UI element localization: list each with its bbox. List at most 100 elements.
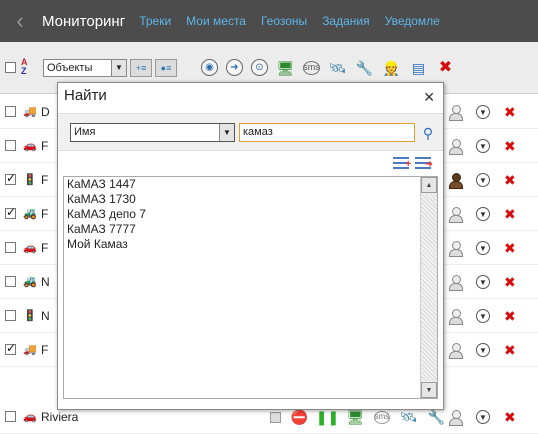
unit-name: F bbox=[41, 342, 49, 357]
vehicle-car-icon: 🚗 bbox=[23, 411, 37, 423]
driver-icon[interactable] bbox=[448, 240, 463, 257]
sms-icon[interactable]: sms bbox=[303, 60, 320, 75]
computer-icon[interactable]: 🖥 bbox=[276, 58, 295, 77]
delete-icon[interactable]: ✖ bbox=[504, 138, 516, 155]
row-checkbox[interactable] bbox=[5, 140, 16, 151]
chevron-down-icon[interactable]: ▼ bbox=[476, 173, 490, 187]
add-to-list-icon[interactable]: + bbox=[393, 157, 411, 170]
row-checkbox[interactable] bbox=[5, 411, 16, 422]
row-checkbox[interactable] bbox=[5, 106, 16, 117]
bulldozer-icon: 🚜 bbox=[23, 276, 37, 288]
unit-name: Riviera bbox=[41, 409, 79, 424]
add-group-icon[interactable]: +≡ bbox=[130, 58, 152, 77]
delete-icon[interactable]: ✖ bbox=[504, 206, 516, 223]
list-item[interactable]: КаМАЗ 1447 bbox=[64, 177, 437, 192]
sort-az-icon[interactable]: AZ bbox=[21, 57, 37, 78]
nav-link-notifications[interactable]: Уведомле bbox=[385, 14, 440, 28]
locator-icon[interactable]: ◉ bbox=[201, 59, 218, 76]
wrench-icon[interactable]: 🔧 bbox=[427, 408, 446, 427]
delete-icon[interactable]: ✖ bbox=[504, 274, 516, 291]
search-bar: Имя ▼ камаз ⚲ bbox=[58, 113, 443, 151]
chevron-down-icon[interactable]: ▼ bbox=[476, 309, 490, 323]
driver-icon[interactable] bbox=[448, 172, 463, 189]
nav-link-geozones[interactable]: Геозоны bbox=[261, 14, 307, 28]
traffic-light-icon: 🚦 bbox=[23, 174, 37, 186]
search-input[interactable]: камаз bbox=[239, 123, 415, 142]
chevron-down-icon[interactable]: ▼ bbox=[476, 343, 490, 357]
list-item[interactable]: КаМАЗ 1730 bbox=[64, 192, 437, 207]
delete-icon[interactable]: ✖ bbox=[504, 409, 516, 426]
stop-icon[interactable]: ⛔ bbox=[290, 408, 309, 427]
delete-icon[interactable]: ✖ bbox=[504, 308, 516, 325]
chevron-down-icon[interactable]: ▼ bbox=[476, 241, 490, 255]
search-field-select[interactable]: Имя ▼ bbox=[70, 123, 235, 142]
results-scrollbar[interactable]: ▲ ▼ bbox=[420, 177, 437, 398]
driver-icon[interactable] bbox=[448, 342, 463, 359]
filter-select[interactable]: Объекты ▼ bbox=[43, 58, 127, 77]
row-checkbox[interactable] bbox=[5, 341, 16, 355]
driver-icon[interactable] bbox=[448, 308, 463, 325]
close-icon[interactable]: ✕ bbox=[423, 89, 435, 106]
unit-name: D bbox=[41, 104, 50, 119]
driver-icon[interactable]: 👷 bbox=[382, 58, 401, 77]
row-checkbox[interactable] bbox=[5, 276, 16, 287]
dropdown-arrow-icon[interactable]: ▼ bbox=[111, 59, 126, 76]
select-all-checkbox[interactable] bbox=[5, 62, 16, 73]
scroll-up-icon[interactable]: ▲ bbox=[421, 177, 437, 193]
move-to-list-icon[interactable]: ➜ bbox=[415, 157, 433, 170]
row-checkbox[interactable] bbox=[5, 310, 16, 321]
driver-icon[interactable] bbox=[448, 104, 463, 121]
unit-name: N bbox=[41, 308, 50, 323]
scroll-down-icon[interactable]: ▼ bbox=[421, 382, 437, 398]
row-checkbox[interactable] bbox=[5, 171, 16, 185]
dropdown-arrow-icon[interactable]: ▼ bbox=[219, 124, 234, 141]
chevron-down-icon[interactable]: ▼ bbox=[476, 207, 490, 221]
computer-icon[interactable]: 🖥 bbox=[346, 408, 365, 427]
filter-select-value: Объекты bbox=[47, 61, 93, 74]
satellite-icon[interactable]: 🛰 bbox=[328, 58, 347, 77]
nav-link-my-places[interactable]: Мои места bbox=[186, 14, 246, 28]
find-dialog: Найти ✕ Имя ▼ камаз ⚲ + ➜ КаМАЗ 1447 КаМ… bbox=[57, 82, 444, 410]
delete-icon[interactable]: ✖ bbox=[504, 240, 516, 257]
vehicle-truck-icon: 🚚 bbox=[23, 344, 37, 356]
nav-link-jobs[interactable]: Задания bbox=[322, 14, 369, 28]
satellite-icon[interactable]: 🛰 bbox=[399, 408, 418, 427]
traffic-light-icon: 🚦 bbox=[23, 310, 37, 322]
chevron-down-icon[interactable]: ▼ bbox=[476, 275, 490, 289]
delete-icon[interactable]: ✖ bbox=[504, 342, 516, 359]
list-item[interactable]: КаМАЗ 7777 bbox=[64, 222, 437, 237]
unit-name: F bbox=[41, 206, 49, 221]
wrench-icon[interactable]: 🔧 bbox=[355, 58, 374, 77]
list-item[interactable]: Мой Камаз bbox=[64, 237, 437, 252]
unit-name: F bbox=[41, 138, 49, 153]
driver-icon[interactable] bbox=[448, 409, 463, 426]
delete-icon[interactable]: ✖ bbox=[436, 58, 455, 77]
delete-icon[interactable]: ✖ bbox=[504, 104, 516, 121]
route-icon[interactable]: ➜ bbox=[226, 59, 243, 76]
list-item[interactable]: КаМАЗ депо 7 bbox=[64, 207, 437, 222]
unit-name: F bbox=[41, 240, 49, 255]
top-nav-bar: ‹ Мониторинг Треки Мои места Геозоны Зад… bbox=[0, 0, 538, 42]
sms-icon[interactable]: sms bbox=[374, 410, 390, 424]
search-field-value: Имя bbox=[74, 126, 96, 138]
geofence-icon[interactable]: ⊙ bbox=[251, 59, 268, 76]
chevron-down-icon[interactable]: ▼ bbox=[476, 410, 490, 424]
driver-icon[interactable] bbox=[448, 274, 463, 291]
row-checkbox[interactable] bbox=[5, 205, 16, 219]
vehicle-car-icon: 🚗 bbox=[23, 242, 37, 254]
pause-icon[interactable]: ❚❚ bbox=[316, 408, 339, 427]
person-search-icon[interactable]: ⚲ bbox=[419, 124, 437, 142]
scroll-track[interactable] bbox=[421, 194, 437, 381]
report-icon[interactable]: ▤ bbox=[409, 58, 428, 77]
dialog-title: Найти bbox=[64, 87, 107, 104]
unit-option-checkbox[interactable] bbox=[270, 411, 281, 423]
back-chevron-icon[interactable]: ‹ bbox=[6, 8, 34, 34]
driver-icon[interactable] bbox=[448, 206, 463, 223]
nav-link-tracks[interactable]: Треки bbox=[139, 14, 171, 28]
driver-icon[interactable] bbox=[448, 138, 463, 155]
group-list-icon[interactable]: ●≡ bbox=[155, 58, 177, 77]
row-checkbox[interactable] bbox=[5, 242, 16, 253]
delete-icon[interactable]: ✖ bbox=[504, 172, 516, 189]
chevron-down-icon[interactable]: ▼ bbox=[476, 105, 490, 119]
chevron-down-icon[interactable]: ▼ bbox=[476, 139, 490, 153]
